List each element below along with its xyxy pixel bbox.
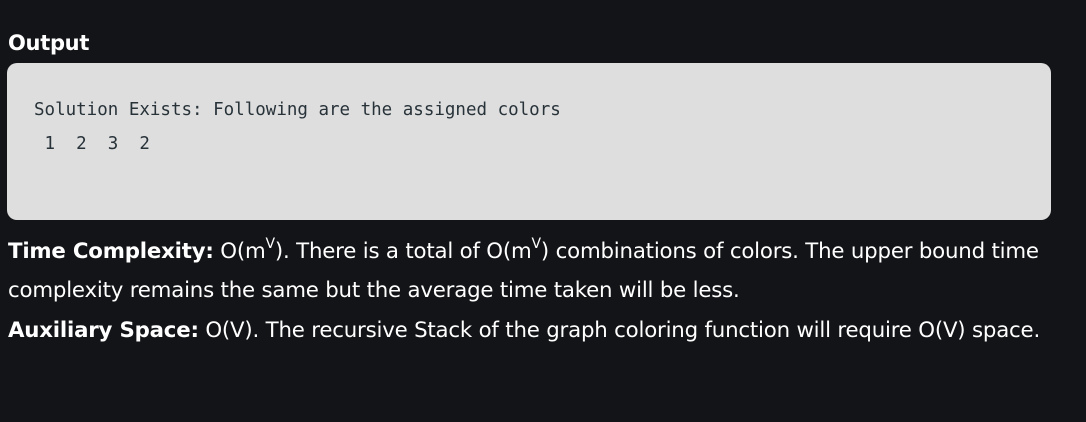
output-heading: Output xyxy=(8,31,90,55)
code-output-line-1: Solution Exists: Following are the assig… xyxy=(34,100,561,120)
auxiliary-space-label: Auxiliary Space: xyxy=(8,318,199,343)
time-complexity-text-b: ). There is a total of O(m xyxy=(274,239,532,264)
auxiliary-space-text: O(V). The recursive Stack of the graph c… xyxy=(198,318,1041,343)
time-complexity-paragraph: Time Complexity: O(mV). There is a total… xyxy=(8,232,1068,310)
time-complexity-sup-a: V xyxy=(265,236,276,252)
time-complexity-text-a: O(m xyxy=(213,239,266,264)
code-output-line-2: 1 2 3 2 xyxy=(34,134,150,154)
time-complexity-sup-b: V xyxy=(531,236,542,252)
code-output-block: Solution Exists: Following are the assig… xyxy=(7,63,1051,220)
time-complexity-label: Time Complexity: xyxy=(8,239,214,264)
auxiliary-space-paragraph: Auxiliary Space: O(V). The recursive Sta… xyxy=(8,311,1068,350)
